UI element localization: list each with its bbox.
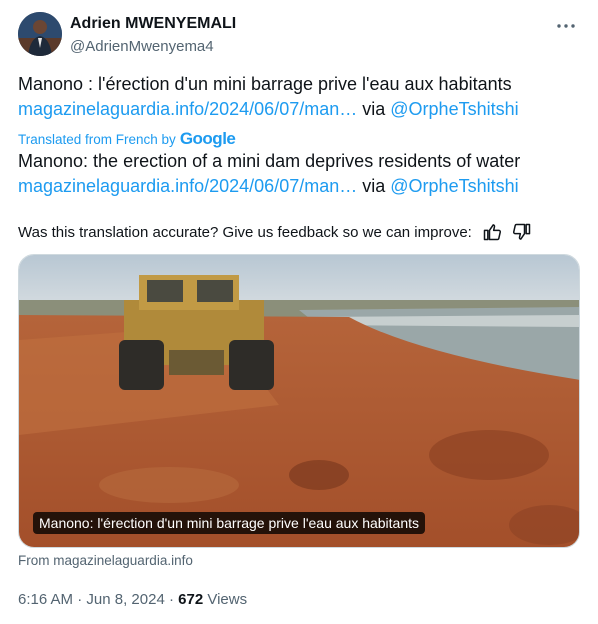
translated-text-block: Manono: the erection of a mini dam depri… [18, 149, 580, 199]
mention-link[interactable]: @OrpheTshitshi [390, 99, 518, 119]
views-count: 672 [178, 591, 204, 608]
thumbs-down-icon[interactable] [512, 222, 532, 242]
translated-link[interactable]: magazinelaguardia.info/2024/06/07/man… [18, 176, 357, 196]
translation-attribution[interactable]: Translated from French by Google [18, 129, 236, 149]
original-link[interactable]: magazinelaguardia.info/2024/06/07/man… [18, 99, 357, 119]
mention-link-2[interactable]: @OrpheTshitshi [390, 176, 518, 196]
avatar[interactable] [18, 12, 62, 56]
via-label: via [362, 99, 386, 119]
translated-text: Manono: the erection of a mini dam depri… [18, 151, 521, 171]
views-label: Views [207, 591, 248, 608]
translated-label: Translated from French by [18, 131, 176, 147]
avatar-image [18, 12, 62, 56]
author-handle[interactable]: @AdrienMwenyema4 [70, 38, 214, 55]
tweet-time[interactable]: 6:16 AM [18, 591, 73, 608]
google-logo: Google [179, 129, 236, 148]
feedback-question: Was this translation accurate? Give us f… [18, 223, 472, 241]
tweet-meta: 6:16 AM · Jun 8, 2024 · 672 Views [18, 591, 247, 608]
thumbs-up-icon[interactable] [482, 222, 502, 242]
meta-separator: · [77, 591, 87, 608]
tweet-date[interactable]: Jun 8, 2024 [86, 591, 164, 608]
meta-separator-2: · [168, 591, 179, 608]
tweet-header: Adrien MWENYEMALI @AdrienMwenyema4 [18, 12, 580, 60]
video-thumbnail [19, 255, 579, 547]
original-text: Manono : l'érection d'un mini barrage pr… [18, 74, 512, 94]
author-name[interactable]: Adrien MWENYEMALI [70, 15, 236, 33]
via-label-2: via [362, 176, 386, 196]
video-caption: Manono: l'érection d'un mini barrage pri… [33, 512, 426, 534]
original-text-block: Manono : l'érection d'un mini barrage pr… [18, 72, 580, 122]
translation-feedback: Was this translation accurate? Give us f… [18, 222, 532, 242]
video-media[interactable]: Manono: l'érection d'un mini barrage pri… [18, 254, 580, 548]
more-icon[interactable] [554, 14, 578, 38]
media-source[interactable]: From magazinelaguardia.info [18, 553, 193, 568]
